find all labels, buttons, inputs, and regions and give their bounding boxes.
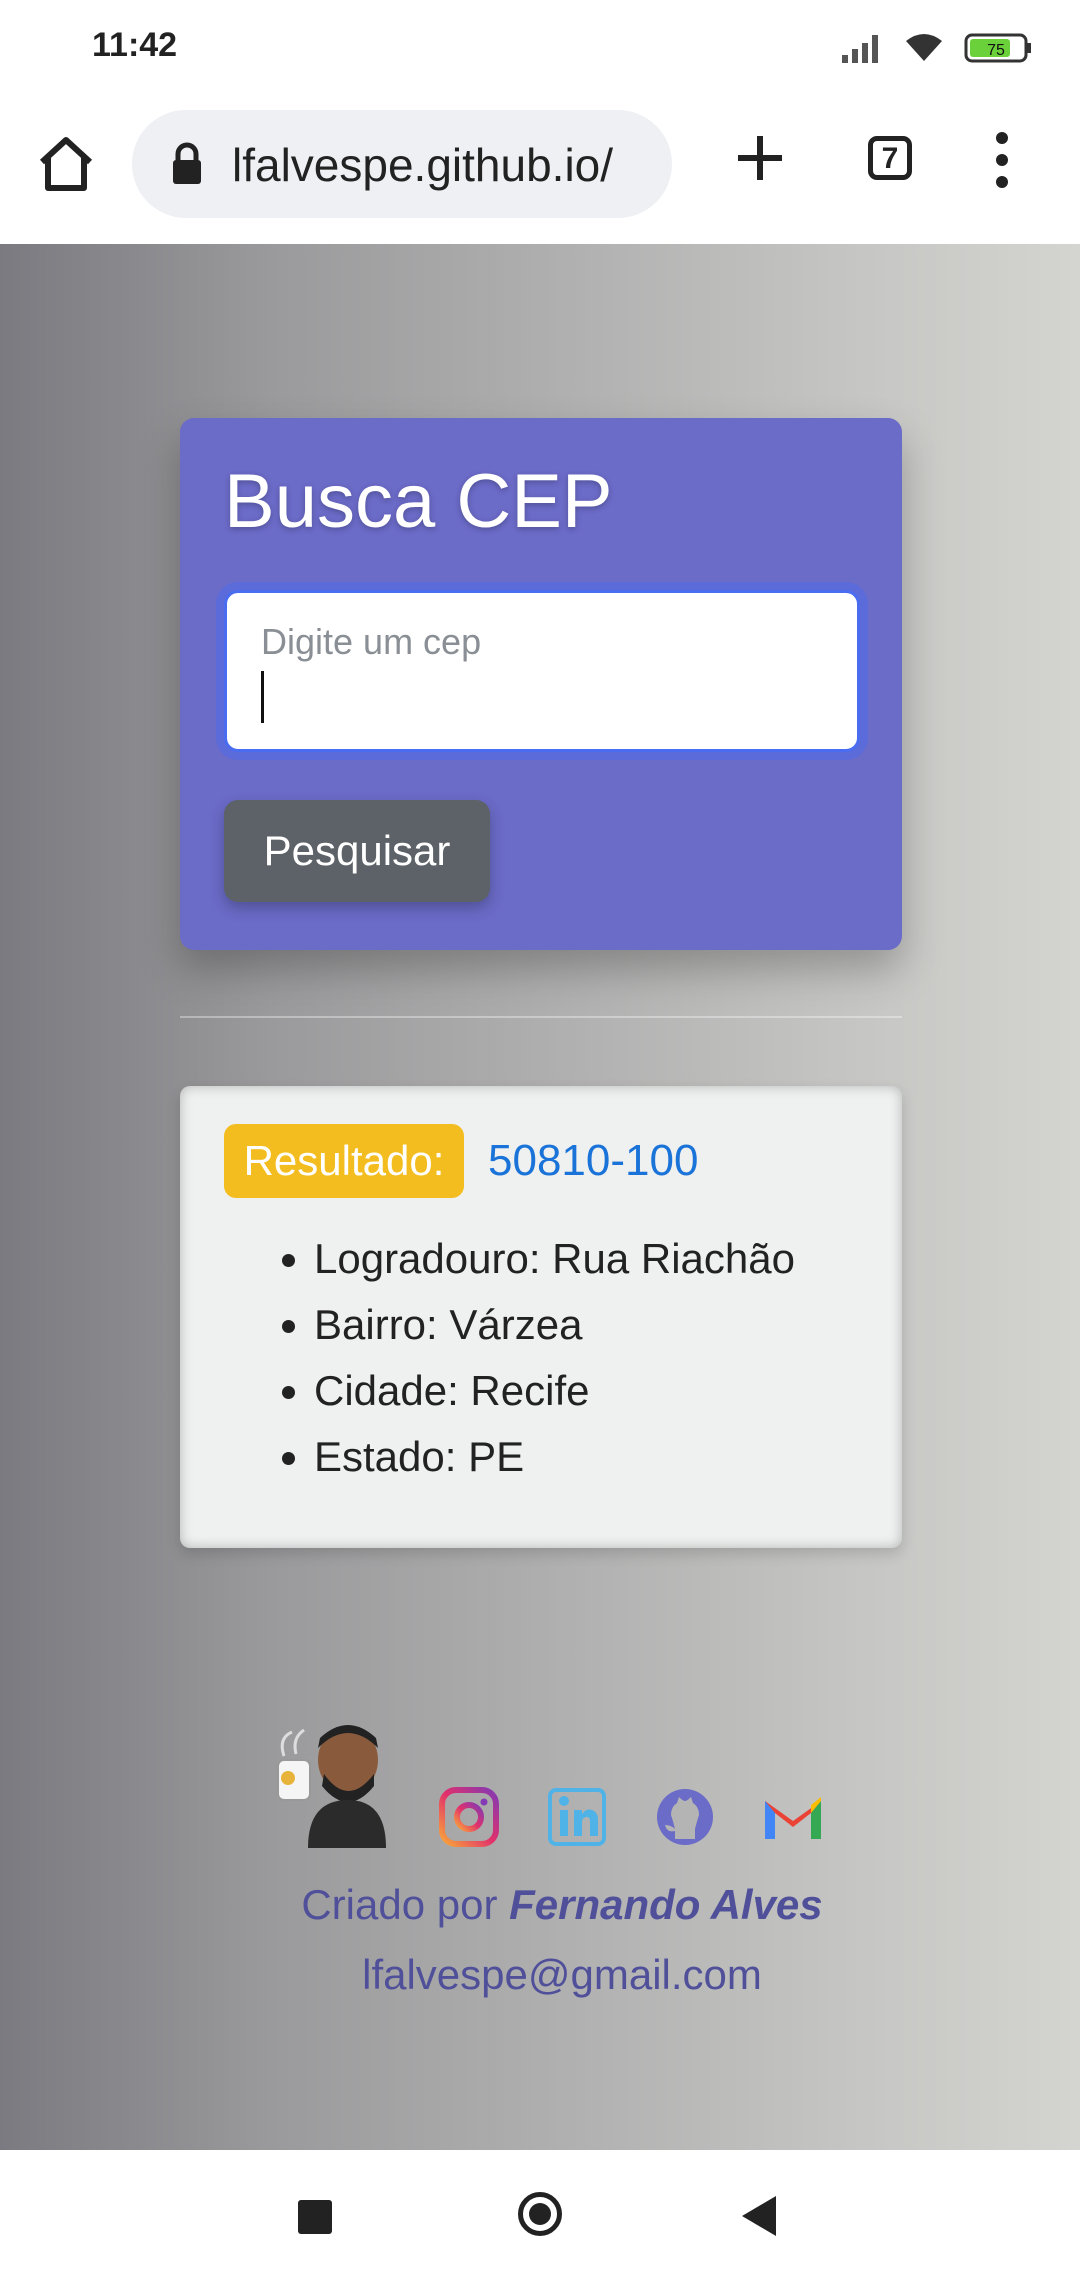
navigation-bar	[0, 2150, 1080, 2280]
footer-credit-prefix: Criado por	[301, 1881, 498, 1928]
recents-icon[interactable]	[298, 2200, 332, 2234]
search-button[interactable]: Pesquisar	[224, 800, 490, 902]
back-icon[interactable]	[742, 2196, 776, 2236]
status-time: 11:42	[92, 26, 178, 64]
address-bar[interactable]: lfalvespe.github.io/	[132, 110, 672, 218]
browser-toolbar: lfalvespe.github.io/ 7	[0, 96, 1080, 246]
home-icon[interactable]	[34, 132, 98, 196]
list-item: Bairro: Várzea	[314, 1292, 795, 1358]
footer-email[interactable]: lfalvespe@gmail.com	[0, 1940, 1080, 2010]
footer-icons	[258, 1708, 858, 1858]
signal-icon	[842, 35, 878, 63]
page-content: Busca CEP Digite um cep Pesquisar Result…	[0, 244, 1080, 2150]
menu-icon[interactable]	[988, 132, 1016, 192]
list-item: Logradouro: Rua Riachão	[314, 1226, 795, 1292]
avatar	[277, 1725, 386, 1848]
github-icon[interactable]	[650, 1782, 720, 1852]
lock-icon	[173, 142, 201, 184]
battery-icon: 75	[964, 33, 1031, 63]
url-text[interactable]: lfalvespe.github.io/	[232, 138, 613, 192]
address-list: Logradouro: Rua Riachão Bairro: Várzea C…	[268, 1226, 795, 1490]
divider	[180, 1016, 902, 1018]
linkedin-icon[interactable]	[542, 1782, 612, 1852]
cep-input[interactable]: Digite um cep	[224, 590, 860, 752]
result-card: Resultado: 50810-100 Logradouro: Rua Ria…	[180, 1086, 902, 1548]
footer-text: Criado por Fernando Alves lfalvespe@gmai…	[0, 1870, 1080, 2010]
gmail-icon[interactable]	[758, 1782, 828, 1852]
cep-input-placeholder: Digite um cep	[261, 621, 482, 662]
search-card: Busca CEP Digite um cep Pesquisar	[180, 418, 902, 950]
page-title: Busca CEP	[224, 459, 613, 544]
footer-author: Fernando Alves	[509, 1881, 823, 1928]
text-caret	[261, 671, 264, 723]
plus-icon[interactable]	[732, 130, 788, 186]
status-icons: 75	[840, 28, 1034, 68]
list-item: Estado: PE	[314, 1424, 795, 1490]
wifi-icon	[906, 34, 942, 61]
result-cep: 50810-100	[488, 1136, 699, 1185]
instagram-icon[interactable]	[434, 1782, 504, 1852]
tabs-icon[interactable]: 7	[868, 136, 912, 180]
status-bar: 11:42 75	[0, 0, 1080, 96]
result-badge: Resultado:	[224, 1124, 464, 1198]
home-circle-icon[interactable]	[518, 2192, 562, 2236]
battery-level: 75	[987, 42, 1005, 59]
list-item: Cidade: Recife	[314, 1358, 795, 1424]
footer-credit: Criado por Fernando Alves	[0, 1870, 1080, 1940]
